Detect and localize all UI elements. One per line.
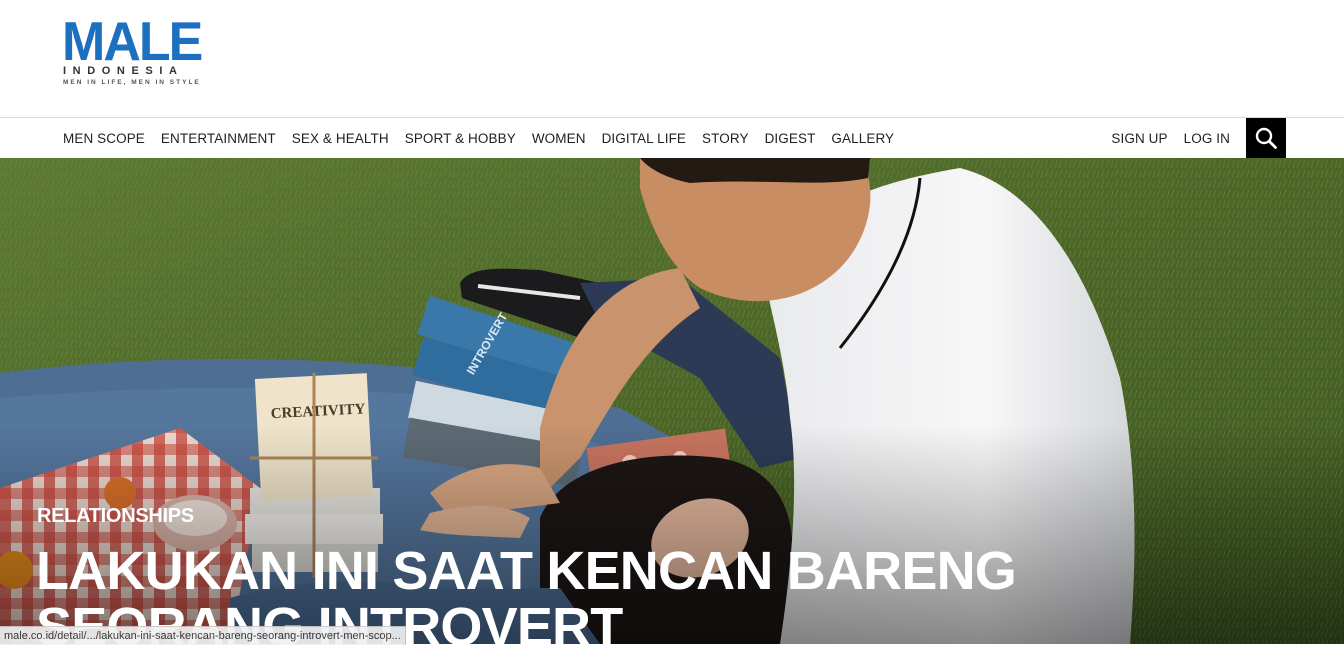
nav-item-entertainment[interactable]: ENTERTAINMENT [161,131,276,146]
logo-wordmark: MALE [62,11,203,73]
nav-item-digital-life[interactable]: DIGITAL LIFE [602,131,686,146]
main-navigation: MEN SCOPE ENTERTAINMENT SEX & HEALTH SPO… [0,117,1344,158]
nav-item-women[interactable]: WOMEN [532,131,586,146]
logo-tagline: MEN IN LIFE, MEN IN STYLE [63,79,201,86]
nav-item-sex-health[interactable]: SEX & HEALTH [292,131,389,146]
hero-banner[interactable]: CREATIVITY INTROVERT RE [0,158,1344,644]
logo-subtitle: INDONESIA [63,65,184,77]
nav-item-sport-hobby[interactable]: SPORT & HOBBY [405,131,516,146]
male-indonesia-logo[interactable]: MALE INDONESIA MEN IN LIFE, MEN IN STYLE [62,11,222,90]
search-button[interactable] [1246,118,1286,158]
nav-item-men-scope[interactable]: MEN SCOPE [63,131,145,146]
sign-up-link[interactable]: SIGN UP [1111,131,1167,146]
article-category[interactable]: RELATIONSHIPS [37,505,194,528]
nav-item-story[interactable]: STORY [702,131,749,146]
nav-item-digest[interactable]: DIGEST [765,131,816,146]
nav-menu: MEN SCOPE ENTERTAINMENT SEX & HEALTH SPO… [63,118,910,158]
nav-item-gallery[interactable]: GALLERY [831,131,894,146]
account-links: SIGN UP LOG IN [1111,118,1286,158]
search-icon [1255,127,1277,149]
site-header: MALE INDONESIA MEN IN LIFE, MEN IN STYLE [0,0,1344,117]
log-in-link[interactable]: LOG IN [1184,131,1230,146]
browser-status-url: male.co.id/detail/.../lakukan-ini-saat-k… [0,626,406,645]
